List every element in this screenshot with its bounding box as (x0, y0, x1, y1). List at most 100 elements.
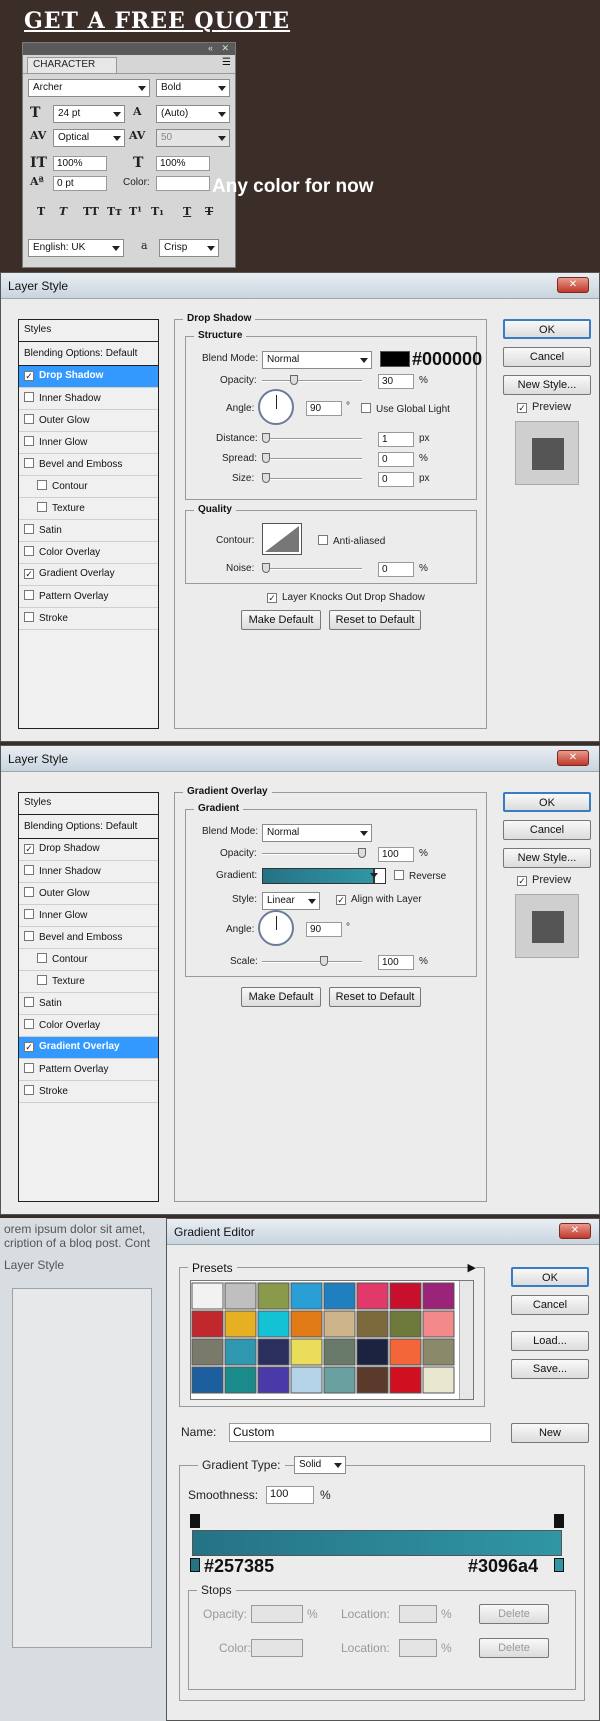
preset-swatch[interactable] (224, 1310, 257, 1338)
preset-swatch[interactable] (356, 1366, 389, 1394)
cancel-button[interactable]: Cancel (511, 1295, 589, 1315)
preset-swatch[interactable] (224, 1338, 257, 1366)
ok-button[interactable]: OK (511, 1267, 589, 1287)
preset-swatch[interactable] (422, 1310, 455, 1338)
preset-swatch[interactable] (323, 1310, 356, 1338)
style-item-contour[interactable]: Contour (19, 476, 158, 498)
gradient-dropdown[interactable] (370, 868, 386, 884)
save-button[interactable]: Save... (511, 1359, 589, 1379)
preset-swatch[interactable] (290, 1366, 323, 1394)
reset-default-button[interactable]: Reset to Default (329, 610, 421, 630)
distance-input[interactable]: 1 (378, 432, 414, 447)
preset-swatch[interactable] (389, 1282, 422, 1310)
preset-swatch[interactable] (257, 1310, 290, 1338)
close-icon[interactable]: ✕ (557, 750, 589, 766)
blend-mode-select[interactable]: Normal (262, 351, 372, 369)
gradient-name-input[interactable]: Custom (229, 1423, 491, 1442)
style-item-blending[interactable]: Blending Options: Default (19, 344, 158, 366)
faux-italic-icon[interactable]: T (59, 205, 67, 218)
faux-bold-icon[interactable]: T (37, 205, 45, 218)
style-item-satin[interactable]: Satin (19, 520, 158, 542)
delete-opacity-stop-button[interactable]: Delete (479, 1604, 549, 1624)
check-icon[interactable]: ✓ (24, 844, 34, 854)
new-gradient-button[interactable]: New (511, 1423, 589, 1443)
style-item-inner-shadow[interactable]: Inner Shadow (19, 861, 158, 883)
presets-scrollbar[interactable] (459, 1281, 473, 1399)
kerning-select[interactable]: Optical (53, 129, 125, 147)
color-stop-right[interactable] (554, 1558, 564, 1572)
new-style-button[interactable]: New Style... (503, 848, 591, 868)
collapse-icon[interactable]: « (208, 43, 213, 53)
preset-swatch[interactable] (257, 1366, 290, 1394)
scale-input[interactable]: 100 (378, 955, 414, 970)
align-checkbox[interactable]: ✓ Align with Layer (336, 894, 422, 905)
noise-slider[interactable] (262, 568, 362, 570)
style-item-outer-glow[interactable]: Outer Glow (19, 410, 158, 432)
style-item-inner-glow[interactable]: Inner Glow (19, 432, 158, 454)
panel-menu-icon[interactable]: ☰ (222, 57, 231, 68)
blend-mode-select[interactable]: Normal (262, 824, 372, 842)
global-light-checkbox[interactable]: Use Global Light (361, 403, 450, 415)
preset-swatch[interactable] (356, 1282, 389, 1310)
ok-button[interactable]: OK (503, 319, 591, 339)
preset-swatch[interactable] (290, 1282, 323, 1310)
baseline-shift-input[interactable]: 0 pt (53, 176, 107, 191)
style-item-color-overlay[interactable]: Color Overlay (19, 542, 158, 564)
preset-swatch[interactable] (389, 1310, 422, 1338)
font-style-select[interactable]: Bold (156, 79, 230, 97)
smoothness-input[interactable]: 100 (266, 1486, 314, 1504)
style-select[interactable]: Linear (262, 892, 320, 910)
superscript-icon[interactable]: T¹ (129, 205, 142, 218)
stop-opacity-location[interactable] (399, 1605, 437, 1623)
scale-slider-thumb[interactable] (320, 956, 328, 966)
preset-swatch[interactable] (224, 1282, 257, 1310)
style-item-satin[interactable]: Satin (19, 993, 158, 1015)
gradient-preview-bar[interactable] (192, 1530, 562, 1556)
style-item-gradient-overlay[interactable]: ✓ Gradient Overlay (19, 564, 158, 586)
preset-swatch[interactable] (191, 1366, 224, 1394)
contour-picker[interactable] (262, 523, 302, 555)
close-icon[interactable]: ✕ (221, 43, 229, 54)
check-icon[interactable]: ✓ (24, 569, 34, 579)
preset-swatch[interactable] (323, 1282, 356, 1310)
preset-swatch[interactable] (191, 1310, 224, 1338)
reverse-checkbox[interactable]: Reverse (394, 870, 446, 882)
antialias-select[interactable]: Crisp (159, 239, 219, 257)
antialiased-checkbox[interactable]: Anti-aliased (318, 535, 385, 547)
delete-color-stop-button[interactable]: Delete (479, 1638, 549, 1658)
load-button[interactable]: Load... (511, 1331, 589, 1351)
vertical-scale-input[interactable]: 100% (53, 156, 107, 171)
style-item-pattern-overlay[interactable]: Pattern Overlay (19, 1059, 158, 1081)
preset-swatches[interactable] (191, 1281, 459, 1399)
opacity-slider-thumb[interactable] (358, 848, 366, 858)
opacity-stop-right[interactable] (554, 1514, 564, 1528)
make-default-button[interactable]: Make Default (241, 610, 321, 630)
style-item-bevel[interactable]: Bevel and Emboss (19, 454, 158, 476)
preset-swatch[interactable] (191, 1338, 224, 1366)
size-slider[interactable] (262, 478, 362, 480)
underline-icon[interactable]: T (183, 205, 191, 218)
horizontal-scale-input[interactable]: 100% (156, 156, 210, 171)
style-item-bevel[interactable]: Bevel and Emboss (19, 927, 158, 949)
style-item-color-overlay[interactable]: Color Overlay (19, 1015, 158, 1037)
knockout-checkbox[interactable]: ✓ Layer Knocks Out Drop Shadow (267, 592, 425, 603)
style-item-outer-glow[interactable]: Outer Glow (19, 883, 158, 905)
make-default-button[interactable]: Make Default (241, 987, 321, 1007)
cancel-button[interactable]: Cancel (503, 347, 591, 367)
style-item-contour[interactable]: Contour (19, 949, 158, 971)
angle-dial[interactable] (258, 389, 294, 425)
preset-swatch[interactable] (389, 1338, 422, 1366)
style-item-gradient-overlay[interactable]: ✓ Gradient Overlay (19, 1037, 158, 1059)
noise-input[interactable]: 0 (378, 562, 414, 577)
opacity-stop-left[interactable] (190, 1514, 200, 1528)
cancel-button[interactable]: Cancel (503, 820, 591, 840)
opacity-input[interactable]: 30 (378, 374, 414, 389)
angle-dial[interactable] (258, 910, 294, 946)
shadow-color-swatch[interactable] (380, 351, 410, 367)
stop-opacity-input[interactable] (251, 1605, 303, 1623)
style-item-texture[interactable]: Texture (19, 971, 158, 993)
style-item-inner-shadow[interactable]: Inner Shadow (19, 388, 158, 410)
color-stop-left[interactable] (190, 1558, 200, 1572)
tracking-select[interactable]: 50 (156, 129, 230, 147)
spread-input[interactable]: 0 (378, 452, 414, 467)
